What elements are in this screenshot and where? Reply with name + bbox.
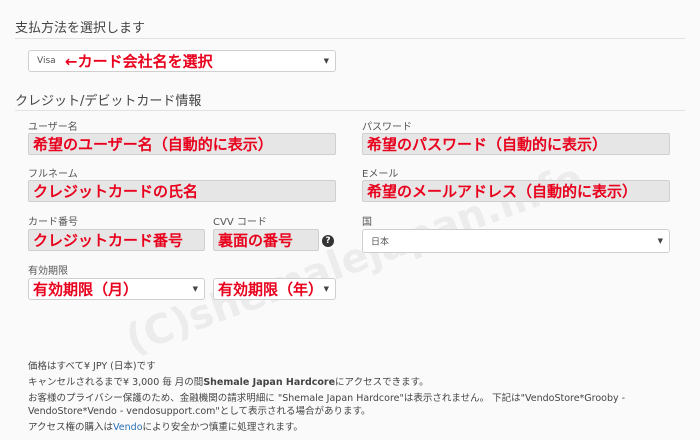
cvv-field[interactable]: 裏面の番号 xyxy=(213,229,319,251)
card-number-label: カード番号 xyxy=(28,217,78,228)
subscription-note: キャンセルされるまで¥ 3,000 毎 月の間Shemale Japan Har… xyxy=(28,374,429,388)
cvv-label: CVV コード xyxy=(213,217,267,228)
username-label: ユーザー名 xyxy=(28,122,78,133)
email-label: Eメール xyxy=(362,169,399,180)
card-info-title: クレジット/デビットカード情報 xyxy=(15,94,202,109)
username-annotation: 希望のユーザー名（自動的に表示） xyxy=(33,135,273,154)
fullname-field[interactable]: クレジットカードの氏名 xyxy=(28,180,336,202)
price-note: 価格はすべて¥ JPY (日本)です xyxy=(28,361,156,372)
expiry-label: 有効期限 xyxy=(28,266,68,277)
help-icon[interactable]: ? xyxy=(322,235,334,247)
fullname-label: フルネーム xyxy=(28,169,78,180)
card-type-select[interactable]: Visa ←カード会社名を選択 ▼ xyxy=(28,50,336,72)
country-select[interactable]: 日本 ▼ xyxy=(362,229,670,253)
chevron-down-icon: ▼ xyxy=(323,285,329,293)
username-field[interactable]: 希望のユーザー名（自動的に表示） xyxy=(28,133,336,155)
card-type-annotation: ←カード会社名を選択 xyxy=(65,52,213,71)
card-number-annotation: クレジットカード番号 xyxy=(33,231,184,250)
site-name: Shemale Japan Hardcore xyxy=(203,377,336,388)
processor-note: アクセス権の購入はVendoにより安全かつ慎重に処理されます。 xyxy=(28,419,303,433)
payment-method-title: 支払方法を選択します xyxy=(15,21,146,36)
email-annotation: 希望のメールアドレス（自動的に表示） xyxy=(367,182,638,201)
password-field[interactable]: 希望のパスワード（自動的に表示） xyxy=(362,133,670,155)
processor-note-post: により安全かつ慎重に処理されます。 xyxy=(142,422,303,433)
billing-note-line2: VendoStore*Vendo - vendosupport.com"として表… xyxy=(28,406,371,417)
email-field[interactable]: 希望のメールアドレス（自動的に表示） xyxy=(362,180,670,202)
password-label: パスワード xyxy=(362,122,412,133)
country-value: 日本 xyxy=(371,237,390,248)
subscription-note-post: にアクセスできます。 xyxy=(335,377,429,388)
country-label: 国 xyxy=(362,217,372,228)
divider xyxy=(15,38,685,39)
chevron-down-icon: ▼ xyxy=(192,285,198,293)
cvv-annotation: 裏面の番号 xyxy=(218,231,294,250)
processor-note-pre: アクセス権の購入は xyxy=(28,422,114,433)
chevron-down-icon: ▼ xyxy=(323,57,329,65)
chevron-down-icon: ▼ xyxy=(657,237,663,245)
card-type-value: Visa xyxy=(37,56,56,66)
vendo-link[interactable]: Vendo xyxy=(113,422,142,433)
card-number-field[interactable]: クレジットカード番号 xyxy=(28,229,205,251)
password-annotation: 希望のパスワード（自動的に表示） xyxy=(367,135,608,154)
divider xyxy=(15,110,685,111)
expiry-year-select[interactable]: 有効期限（年） ▼ xyxy=(213,278,336,300)
expiry-month-select[interactable]: 有効期限（月） ▼ xyxy=(28,278,205,300)
fullname-annotation: クレジットカードの氏名 xyxy=(33,182,199,201)
subscription-note-pre: キャンセルされるまで¥ 3,000 毎 月の間 xyxy=(28,377,204,388)
expiry-year-annotation: 有効期限（年） xyxy=(218,280,324,299)
expiry-month-annotation: 有効期限（月） xyxy=(33,280,139,299)
billing-note-line1: お客様のプライバシー保護のため、金融機関の請求明細に "Shemale Japa… xyxy=(28,393,626,404)
